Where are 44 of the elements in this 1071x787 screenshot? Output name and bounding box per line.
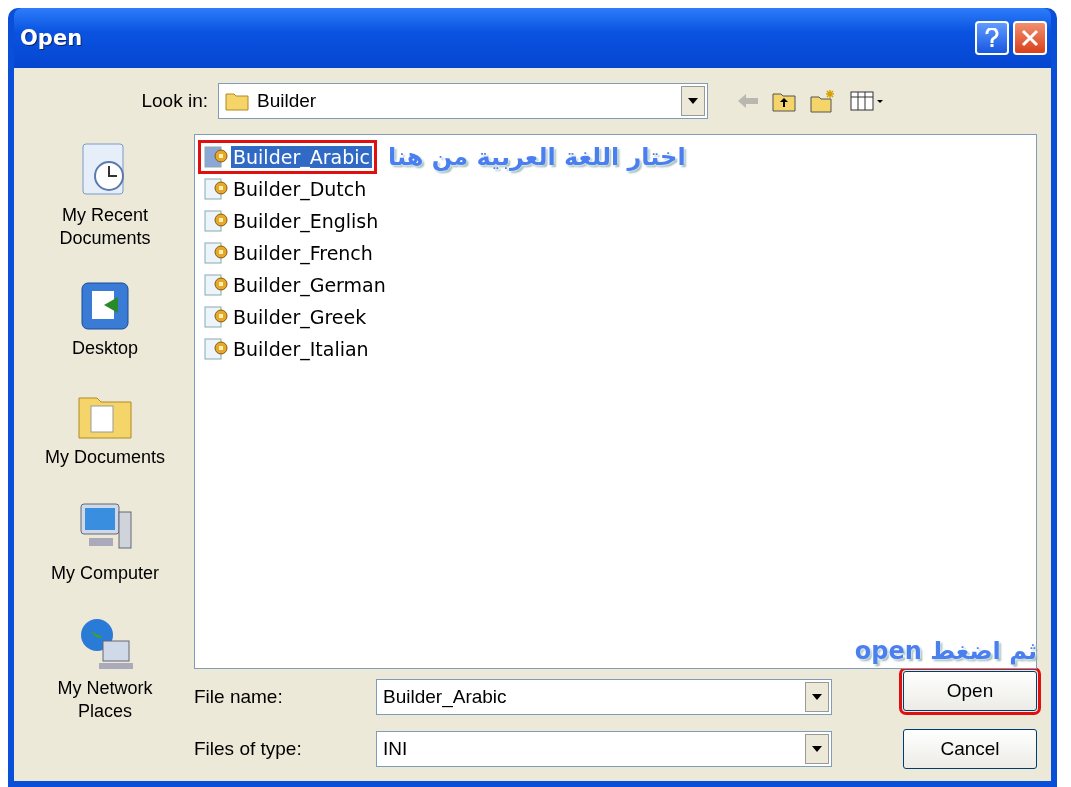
places-bar-item[interactable]: My Network Places xyxy=(35,612,175,724)
annotation-text: اختار اللغة العربية من هنا xyxy=(387,143,686,171)
dropdown-button[interactable] xyxy=(805,734,829,764)
look-in-label: Look in: xyxy=(140,90,208,112)
file-name-label: File name: xyxy=(194,686,284,708)
view-menu-button[interactable] xyxy=(848,88,886,114)
file-item[interactable]: Builder_German xyxy=(201,271,390,299)
file-type-label: Files of type: xyxy=(194,738,303,760)
new-folder-icon xyxy=(810,89,836,113)
dropdown-arrow-icon xyxy=(688,98,698,104)
settings-file-icon xyxy=(203,304,229,330)
up-folder-icon xyxy=(772,90,796,112)
dropdown-arrow-icon xyxy=(812,694,822,700)
annotation-text: ثم اضغط open xyxy=(854,637,1037,665)
places-bar-item[interactable]: My Computer xyxy=(35,497,175,585)
back-arrow-icon xyxy=(738,94,758,108)
view-list-icon xyxy=(850,90,884,112)
dropdown-button[interactable] xyxy=(805,682,829,712)
help-button[interactable] xyxy=(975,21,1009,55)
file-item[interactable]: Builder_Dutch xyxy=(201,175,371,203)
window-title: Open xyxy=(20,26,84,50)
settings-file-icon xyxy=(203,272,229,298)
places-bar-item[interactable]: My Documents xyxy=(35,388,175,470)
question-mark-icon xyxy=(985,28,999,48)
file-item[interactable]: Builder_English xyxy=(201,207,383,235)
file-type-dropdown[interactable]: INI xyxy=(376,731,832,767)
places-bar-item[interactable]: My Recent Documents xyxy=(35,140,175,251)
settings-file-icon xyxy=(203,208,229,234)
settings-file-icon xyxy=(203,144,229,170)
file-item[interactable]: Builder_Greek xyxy=(201,303,371,331)
dropdown-arrow-icon xyxy=(812,746,822,752)
file-item[interactable]: Builder_Italian xyxy=(201,335,373,363)
folder-icon xyxy=(225,91,249,111)
cancel-button[interactable]: Cancel xyxy=(903,729,1037,769)
settings-file-icon xyxy=(203,176,229,202)
close-icon xyxy=(1021,29,1039,47)
close-button[interactable] xyxy=(1013,21,1047,55)
file-name-field[interactable]: Builder_Arabic xyxy=(376,679,832,715)
settings-file-icon xyxy=(203,240,229,266)
look-in-dropdown[interactable]: Builder xyxy=(218,83,708,119)
places-bar-item[interactable]: Desktop xyxy=(35,278,175,361)
dropdown-button[interactable] xyxy=(681,86,705,116)
settings-file-icon xyxy=(203,336,229,362)
file-item[interactable]: Builder_French xyxy=(201,239,377,267)
